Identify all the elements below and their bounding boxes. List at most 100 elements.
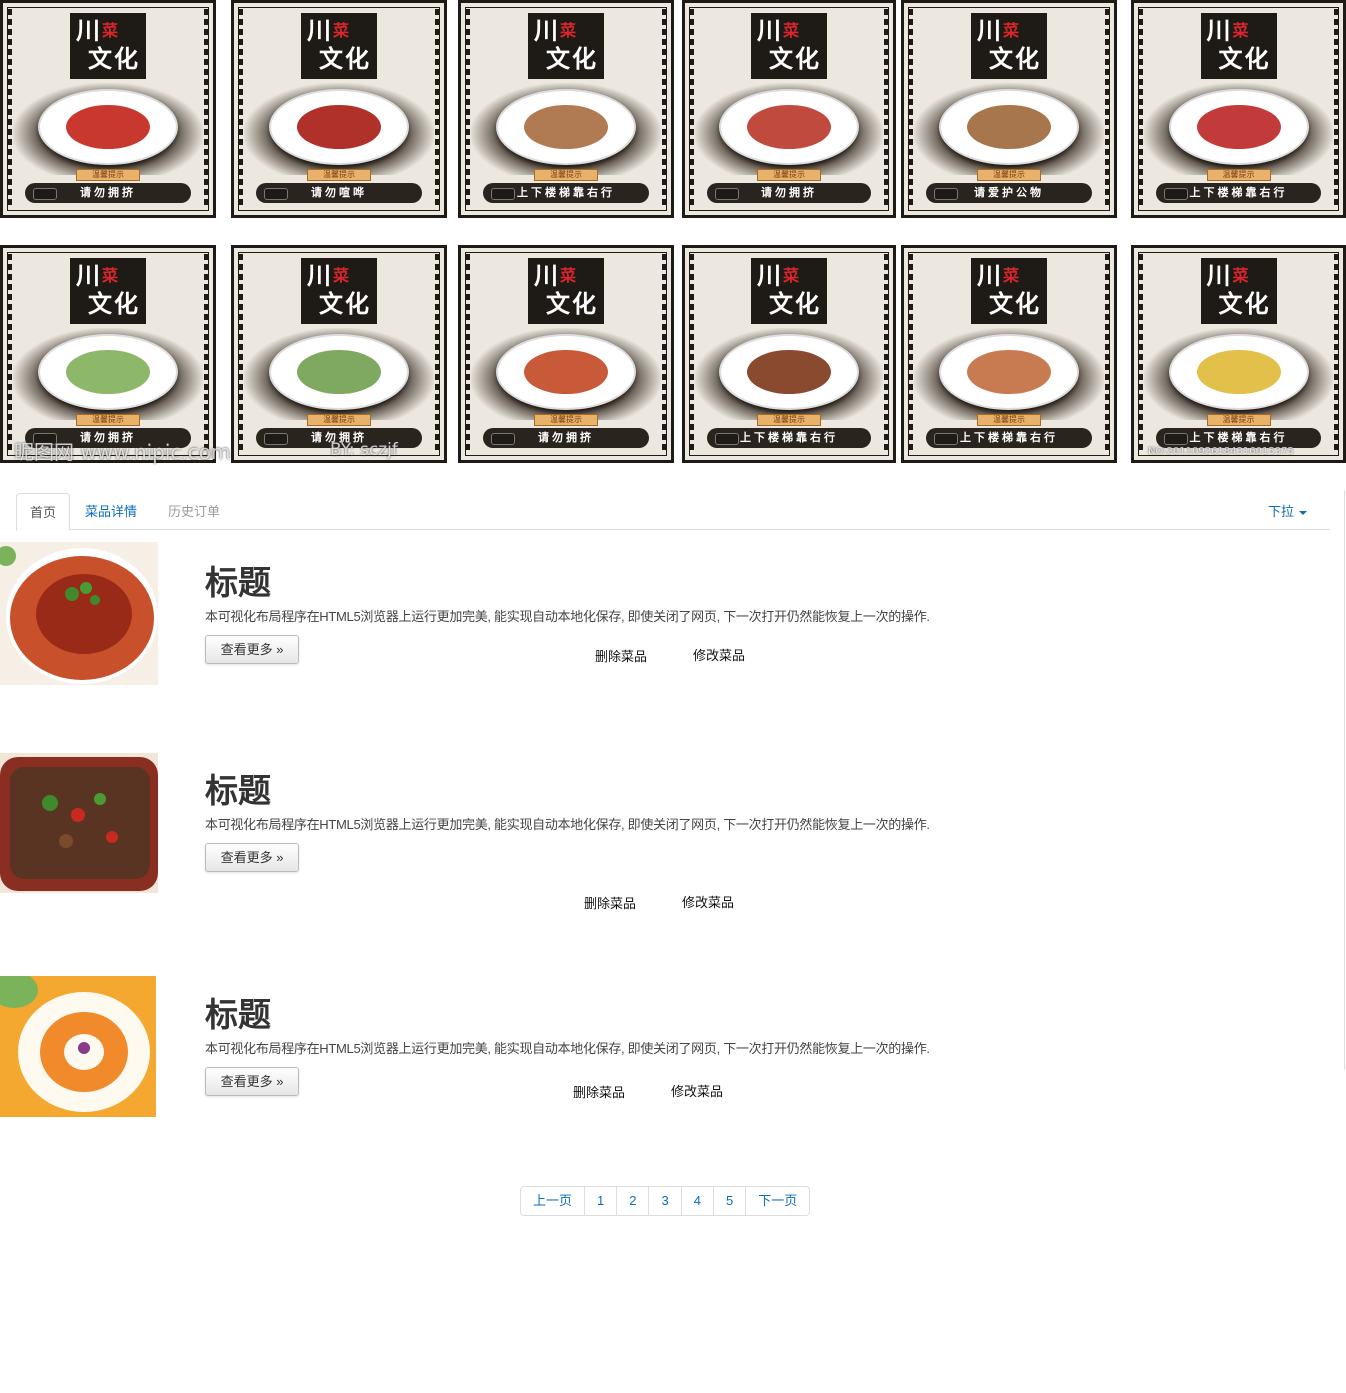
dish-plate [1168,89,1309,165]
dish-food [967,350,1051,394]
page-4-button[interactable]: 4 [680,1187,713,1215]
poster-slogan: 请勿拥挤 [707,183,871,203]
dish-plate [719,334,859,410]
dish-plate [269,89,409,165]
poster-slogan: 上下楼梯靠右行 [483,183,649,203]
poster-title-red: 菜 [560,21,579,40]
poster-badge: 温馨提示 [534,414,598,426]
dish-plate [719,89,859,165]
poster-title-line2: 文化 [546,44,598,73]
page-5-button[interactable]: 5 [712,1187,745,1215]
poster-card: 川菜 文化 温馨提示 请勿拥挤 [0,0,216,218]
dish-plate [496,334,636,410]
dish-food [967,105,1051,149]
poster-card: 川菜 文化 温馨提示 上下楼梯靠右行 [901,245,1117,463]
poster-card: 川菜 文化 温馨提示 上下楼梯靠右行 [458,0,674,218]
poster-badge: 温馨提示 [757,414,821,426]
poster-title-line2: 文化 [546,289,598,318]
poster-title-line2: 文化 [989,44,1041,73]
poster-slogan: 上下楼梯靠右行 [707,428,871,448]
poster-title-line1: 川 [307,261,333,290]
poster-title: 川菜 文化 [528,258,604,324]
dish-food [524,350,608,394]
tab-dish-details[interactable]: 菜品详情 [72,493,150,530]
poster-card: 川菜 文化 温馨提示 请爱护公物 [901,0,1117,218]
dish-description: 本可视化布局程序在HTML5浏览器上运行更加完美, 能实现自动本地化保存, 即使… [205,609,930,624]
dish-plate [269,334,409,410]
dish-description: 本可视化布局程序在HTML5浏览器上运行更加完美, 能实现自动本地化保存, 即使… [205,817,930,832]
view-more-button[interactable]: 查看更多 » [205,635,299,664]
page-2-button[interactable]: 2 [616,1187,648,1215]
scrollbar-track[interactable] [1344,490,1345,1070]
delete-dish-button[interactable]: 删除菜品 [595,646,647,665]
poster-title-line2: 文化 [319,44,371,73]
poster-card: 川菜 文化 温馨提示 请勿拥挤 [231,245,447,463]
poster-card: 川菜 文化 温馨提示 请勿拥挤 [458,245,674,463]
edit-dish-button[interactable]: 修改菜品 [693,645,745,664]
poster-title-line2: 文化 [319,289,371,318]
dish-food [297,105,381,149]
watermark-site: 昵图网 www.nipic.com [14,440,231,464]
poster-title: 川菜 文化 [301,13,377,79]
next-page-button[interactable]: 下一页 [745,1187,809,1215]
dish-food [66,105,150,149]
dish-food [747,105,831,149]
tab-home[interactable]: 首页 [16,493,71,531]
poster-title-line2: 文化 [88,44,140,73]
dish-food [1196,350,1281,394]
poster-badge: 温馨提示 [307,169,371,181]
edit-dish-button[interactable]: 修改菜品 [671,1081,723,1100]
view-more-button[interactable]: 查看更多 » [205,843,299,872]
poster-title-red: 菜 [783,21,802,40]
page-3-button[interactable]: 3 [648,1187,680,1215]
watermark-id: NO:20110926184316015375 [1148,446,1294,457]
poster-title: 川菜 文化 [70,258,146,324]
prev-page-button[interactable]: 上一页 [521,1187,584,1215]
poster-title-line2: 文化 [769,44,821,73]
poster-title-line2: 文化 [769,289,821,318]
poster-badge: 温馨提示 [977,414,1041,426]
poster-badge: 温馨提示 [757,169,821,181]
dish-thumbnail [0,753,158,893]
dish-food [524,105,608,149]
poster-badge: 温馨提示 [534,169,598,181]
dish-title: 标题 [205,771,271,810]
poster-title: 川菜 文化 [70,13,146,79]
poster-slogan: 上下楼梯靠右行 [926,428,1092,448]
dropdown-menu-toggle[interactable]: 下拉 [1255,493,1320,530]
nav-tabs: 首页 菜品详情 历史订单 下拉 [16,493,1330,531]
poster-title: 川菜 文化 [528,13,604,79]
view-more-button[interactable]: 查看更多 » [205,1067,299,1096]
dish-food [1196,105,1281,149]
poster-title-line1: 川 [977,16,1003,45]
pagination: 上一页 1 2 3 4 5 下一页 [520,1186,811,1216]
poster-title-red: 菜 [560,266,579,285]
tab-order-history[interactable]: 历史订单 [155,493,233,530]
dish-thumbnail [0,542,158,685]
poster-badge: 温馨提示 [76,414,140,426]
page-1-button[interactable]: 1 [584,1187,616,1215]
edit-dish-button[interactable]: 修改菜品 [682,892,734,911]
dish-plate [38,334,178,410]
poster-slogan: 请勿拥挤 [25,183,191,203]
poster-title-red: 菜 [102,266,121,285]
dish-plate [939,89,1079,165]
dish-plate [496,89,636,165]
dish-plate [38,89,178,165]
poster-badge: 温馨提示 [1206,169,1271,181]
dish-plate [1168,334,1309,410]
poster-slogan: 上下楼梯靠右行 [1156,428,1321,448]
poster-card: 川菜 文化 温馨提示 上下楼梯靠右行 [1131,245,1346,463]
poster-title-line2: 文化 [1218,289,1271,318]
poster-badge: 温馨提示 [977,169,1041,181]
poster-title-line2: 文化 [88,289,140,318]
delete-dish-button[interactable]: 删除菜品 [573,1082,625,1101]
delete-dish-button[interactable]: 删除菜品 [584,893,636,912]
poster-card: 川菜 文化 温馨提示 请勿喧哗 [231,0,447,218]
poster-title: 川菜 文化 [301,258,377,324]
poster-title-red: 菜 [783,266,802,285]
poster-title: 川菜文化 [751,13,827,79]
poster-title-line1: 川 [76,16,102,45]
poster-title-line1: 川 [307,16,333,45]
poster-title-line1: 川 [757,16,783,45]
